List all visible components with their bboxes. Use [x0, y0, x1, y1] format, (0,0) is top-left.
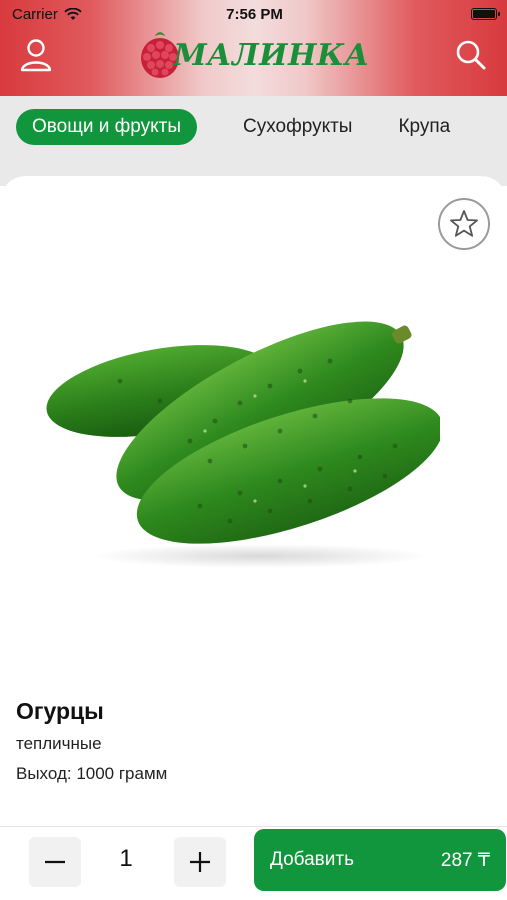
- carrier-label: Carrier: [12, 5, 58, 23]
- product-subtitle: тепличные: [16, 734, 102, 753]
- product-image: [46, 321, 440, 568]
- increase-quantity-button[interactable]: [174, 837, 226, 887]
- tab-dried-fruits[interactable]: Сухофрукты: [243, 116, 352, 138]
- user-icon: [20, 39, 52, 72]
- tab-cereals[interactable]: Крупа: [398, 116, 450, 138]
- app-header: Carrier 7:56 PM МАЛИНКА: [0, 0, 507, 96]
- plus-icon: [190, 852, 210, 872]
- minus-icon: [45, 860, 65, 864]
- product-yield: Выход: 1000 грамм: [16, 764, 168, 783]
- logo-text: МАЛИНКА: [173, 37, 370, 73]
- product-title: Огурцы: [16, 698, 104, 724]
- category-tabs: Овощи и фрукты Сухофрукты Крупа: [16, 109, 450, 145]
- wifi-icon: [64, 7, 82, 20]
- app-logo: МАЛИНКА: [137, 30, 369, 80]
- add-to-cart-button[interactable]: Добавить 287 ₸: [254, 829, 506, 891]
- decrease-quantity-button[interactable]: [29, 837, 81, 887]
- profile-button[interactable]: [18, 37, 54, 73]
- battery-icon: [470, 8, 500, 20]
- product-card: Огурцы тепличные Выход: 1000 грамм 1 Доб…: [0, 176, 507, 900]
- quantity-value: 1: [119, 845, 133, 872]
- status-time: 7:56 PM: [226, 5, 283, 23]
- nav-bar: МАЛИНКА: [0, 26, 507, 84]
- status-bar: Carrier 7:56 PM: [0, 0, 507, 28]
- search-icon: [456, 40, 486, 70]
- cart-bar: 1 Добавить 287 ₸: [0, 826, 507, 900]
- star-icon: [450, 210, 478, 237]
- search-button[interactable]: [453, 37, 489, 73]
- add-to-cart-label: Добавить: [270, 849, 354, 870]
- category-tabs-area: Овощи и фрукты Сухофрукты Крупа: [0, 96, 507, 186]
- product-price: 287 ₸: [440, 849, 490, 871]
- favorite-button[interactable]: [438, 198, 490, 250]
- tab-vegetables-fruits[interactable]: Овощи и фрукты: [16, 109, 198, 145]
